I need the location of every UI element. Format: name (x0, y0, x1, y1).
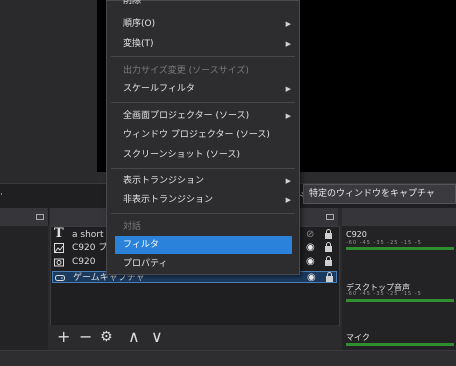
image-icon (54, 243, 64, 253)
menu-separator (111, 102, 295, 103)
menu-item-label: 順序(O) (123, 19, 156, 29)
toolbar-left-fragment: · (0, 190, 3, 200)
menu-separator (111, 168, 295, 169)
eye-hidden-icon[interactable]: ⊘ (306, 229, 314, 241)
scenes-list[interactable] (0, 226, 48, 350)
menu-item-label: 出力サイズ変更 (ソースサイズ) (123, 66, 249, 76)
text-icon: T (54, 226, 64, 241)
menu-item-filters[interactable]: フィルタ (115, 236, 292, 254)
menu-item-show-transition[interactable]: 表示トランジション ▶ (107, 172, 299, 190)
menu-item-label: スクリーンショット (ソース) (123, 150, 240, 160)
lock-icon[interactable] (325, 272, 334, 282)
menu-item-screenshot[interactable]: スクリーンショット (ソース) (107, 146, 299, 164)
lock-icon[interactable] (324, 242, 333, 252)
menu-item-remove[interactable]: 削除 (107, 0, 299, 10)
menu-item-label: 変換(T) (123, 39, 154, 49)
menu-separator (111, 56, 295, 57)
eye-icon[interactable]: ◉ (306, 256, 315, 268)
window-capture-button[interactable]: 特定のウィンドウをキャプチャ (303, 184, 456, 204)
scenes-dock-header (0, 208, 49, 226)
menu-item-label: 全画面プロジェクター (ソース) (123, 111, 250, 121)
source-settings-button[interactable]: ⚙ (100, 328, 113, 346)
menu-item-label: スケールフィルタ (123, 84, 195, 94)
eye-icon[interactable]: ◉ (307, 272, 316, 284)
gamepad-icon (55, 275, 65, 281)
menu-item-label: フィルタ (123, 240, 159, 250)
menu-item-windowed-projector[interactable]: ウィンドウ プロジェクター (ソース) (107, 126, 299, 144)
chevron-right-icon: ▶ (285, 112, 291, 120)
chevron-right-icon: ▶ (285, 40, 291, 48)
chevron-right-icon: ▶ (285, 85, 291, 93)
menu-item-label: 非表示トランジション (123, 195, 214, 205)
menu-item-interact: 対話 (107, 218, 299, 236)
menu-item-output-resize: 出力サイズ変更 (ソースサイズ) (107, 62, 299, 80)
camera-icon (54, 258, 64, 267)
move-down-button[interactable]: ∨ (151, 328, 163, 346)
chevron-right-icon: ▶ (285, 20, 291, 28)
menu-item-transform[interactable]: 変換(T) ▶ (107, 35, 299, 53)
menu-item-order[interactable]: 順序(O) ▶ (107, 15, 299, 33)
menu-item-label: プロパティ (123, 259, 168, 269)
status-bar (0, 350, 456, 366)
source-label: a short (72, 230, 104, 240)
undock-icon[interactable] (36, 214, 44, 220)
move-up-button[interactable]: ∧ (128, 328, 140, 346)
menu-item-properties[interactable]: プロパティ (107, 255, 299, 273)
source-label: C920 (72, 257, 96, 267)
volume-slider[interactable] (346, 299, 454, 302)
menu-item-label: 表示トランジション (123, 176, 205, 186)
chevron-right-icon: ▶ (285, 177, 291, 185)
meter-ticks: -60 -45 -35 -25 -15 -5 (346, 240, 422, 246)
meter-ticks: -60 -45 -35 -25 -15 -5 (346, 291, 422, 297)
remove-source-button[interactable]: − (79, 328, 92, 346)
menu-item-scale-filter[interactable]: スケールフィルタ ▶ (107, 80, 299, 98)
volume-slider[interactable] (346, 343, 454, 346)
eye-icon[interactable]: ◉ (306, 242, 315, 254)
menu-item-label: ウィンドウ プロジェクター (ソース) (123, 130, 270, 140)
scenes-area-background (0, 0, 97, 183)
source-context-menu: 削除 順序(O) ▶ 変換(T) ▶ 出力サイズ変更 (ソースサイズ) スケールフィ… (106, 0, 300, 275)
undock-icon[interactable] (326, 214, 334, 220)
menu-item-hide-transition[interactable]: 非表示トランジション ▶ (107, 191, 299, 209)
lock-icon[interactable] (324, 256, 333, 266)
menu-item-label: 削除 (123, 0, 142, 6)
menu-item-fullscreen-projector[interactable]: 全画面プロジェクター (ソース) ▶ (107, 107, 299, 125)
lock-icon[interactable] (324, 229, 333, 239)
menu-separator (111, 213, 295, 214)
mixer-channel-label: C920 (346, 230, 367, 239)
add-source-button[interactable]: + (57, 328, 70, 346)
source-controls (50, 325, 338, 350)
source-label: C920 ブ (72, 243, 108, 253)
chevron-right-icon: ▶ (285, 196, 291, 204)
mixer-dock-header (342, 208, 456, 226)
volume-slider[interactable] (346, 247, 454, 250)
mixer-channel-label: マイク (346, 333, 370, 342)
menu-item-label: 対話 (123, 222, 142, 232)
